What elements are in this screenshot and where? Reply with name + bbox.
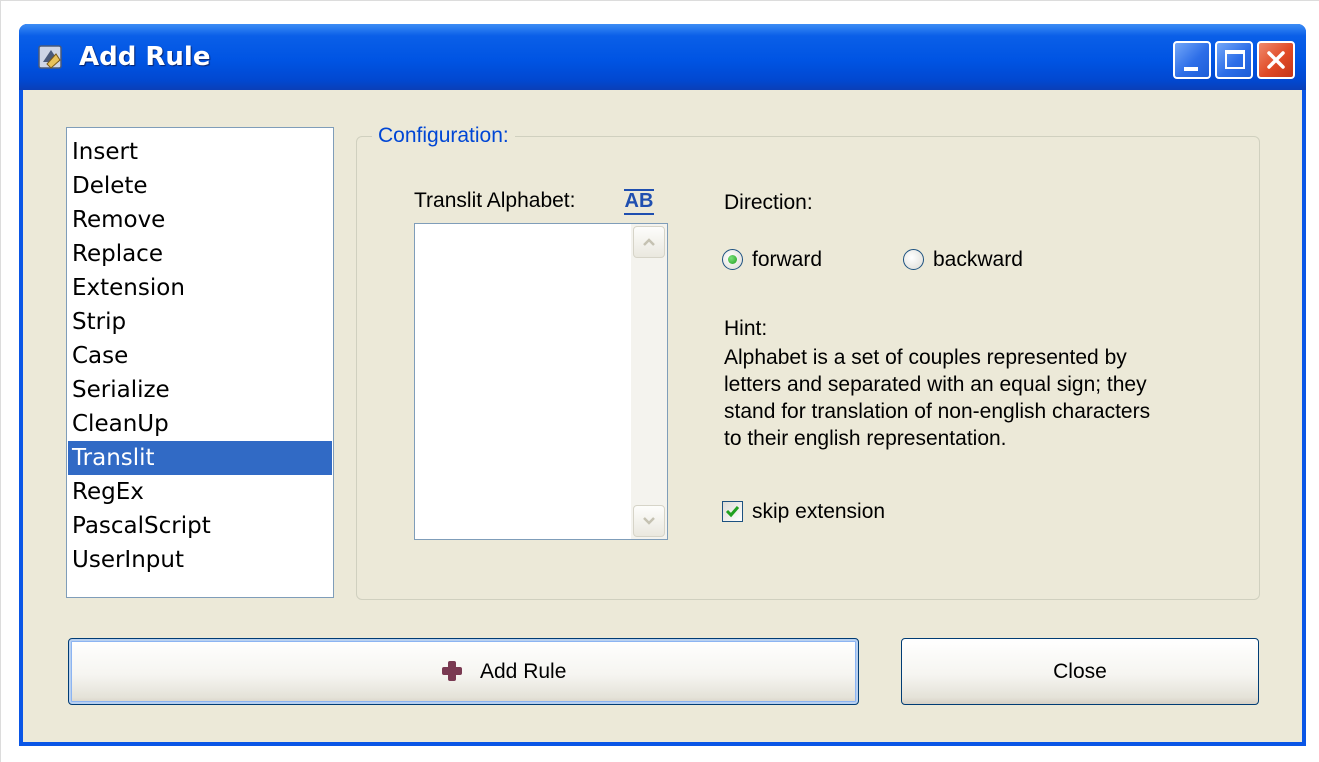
configuration-legend: Configuration: (372, 122, 515, 150)
list-item[interactable]: Delete (68, 169, 332, 203)
close-icon (1267, 51, 1285, 69)
page-edge (0, 0, 1, 762)
list-item[interactable]: PascalScript (68, 509, 332, 543)
maximize-button[interactable] (1215, 41, 1253, 79)
vertical-scrollbar[interactable] (631, 224, 667, 539)
close-button-label: Close (1053, 660, 1107, 683)
scroll-up-button[interactable] (633, 226, 665, 258)
rule-type-list[interactable]: Insert Delete Remove Replace Extension S… (66, 127, 334, 598)
forward-radio-label[interactable]: forward (752, 247, 822, 273)
add-rule-dialog: Add Rule Insert Delete Remove Replace Ex… (19, 24, 1306, 746)
add-rule-button-label: Add Rule (480, 660, 567, 683)
add-rule-button[interactable]: Add Rule (68, 638, 859, 705)
radio-selected-dot (728, 255, 737, 264)
list-item[interactable]: Strip (68, 305, 332, 339)
alphabet-presets-icon[interactable]: AB (621, 186, 657, 216)
dialog-client-area: Insert Delete Remove Replace Extension S… (23, 90, 1302, 742)
forward-radio[interactable] (722, 249, 743, 270)
skip-extension-checkbox[interactable] (722, 501, 743, 522)
minimize-button[interactable] (1173, 41, 1211, 79)
hint-line: Alphabet is a set of couples represented… (724, 346, 1127, 369)
minimize-icon (1184, 67, 1198, 71)
list-item[interactable]: Serialize (68, 373, 332, 407)
chevron-up-icon (643, 238, 655, 246)
close-button[interactable]: Close (901, 638, 1259, 705)
skip-extension-label[interactable]: skip extension (752, 499, 885, 525)
hint-line: to their english representation. (724, 427, 1007, 450)
checkmark-icon (725, 506, 740, 518)
list-item[interactable]: RegEx (68, 475, 332, 509)
hint-line: letters and separated with an equal sign… (724, 373, 1147, 396)
list-item[interactable]: Insert (68, 135, 332, 169)
list-item[interactable]: Replace (68, 237, 332, 271)
maximize-icon (1225, 50, 1245, 69)
list-item[interactable]: Remove (68, 203, 332, 237)
window-title: Add Rule (79, 42, 211, 72)
close-window-button[interactable] (1257, 41, 1295, 79)
chevron-down-icon (643, 517, 655, 525)
scroll-down-button[interactable] (633, 505, 665, 537)
direction-label: Direction: (724, 191, 813, 214)
title-bar[interactable]: Add Rule (19, 24, 1306, 90)
list-item[interactable]: Extension (68, 271, 332, 305)
list-item[interactable]: CleanUp (68, 407, 332, 441)
list-item-selected[interactable]: Translit (68, 441, 332, 475)
plus-icon (442, 661, 462, 681)
hint-label: Hint: (724, 317, 768, 340)
alphabet-textarea[interactable] (414, 223, 668, 540)
backward-radio-label[interactable]: backward (933, 247, 1023, 273)
list-item[interactable]: UserInput (68, 543, 332, 577)
hint-text: Alphabet is a set of couples represented… (724, 344, 1150, 452)
list-item[interactable]: Case (68, 339, 332, 373)
translit-alphabet-label: Translit Alphabet: (414, 189, 576, 212)
page-edge (0, 0, 1319, 1)
app-icon (38, 45, 62, 69)
hint-line: stand for translation of non-english cha… (724, 400, 1151, 423)
backward-radio[interactable] (903, 249, 924, 270)
